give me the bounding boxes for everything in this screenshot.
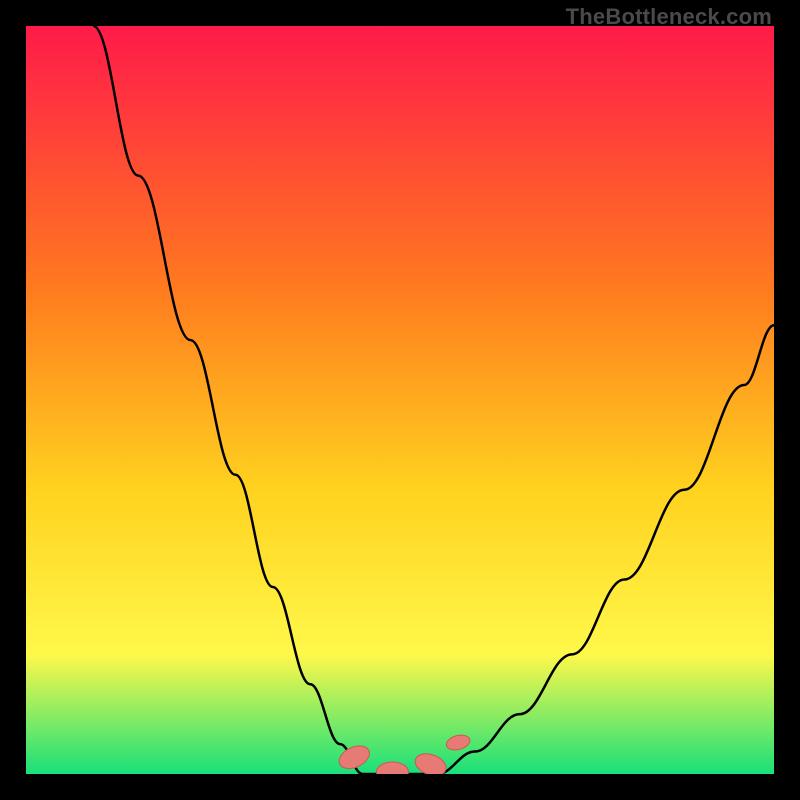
- plot-area: [26, 26, 774, 774]
- gradient-background: [26, 26, 774, 774]
- chart-svg: [26, 26, 774, 774]
- chart-frame: TheBottleneck.com: [0, 0, 800, 800]
- watermark-text: TheBottleneck.com: [566, 4, 772, 30]
